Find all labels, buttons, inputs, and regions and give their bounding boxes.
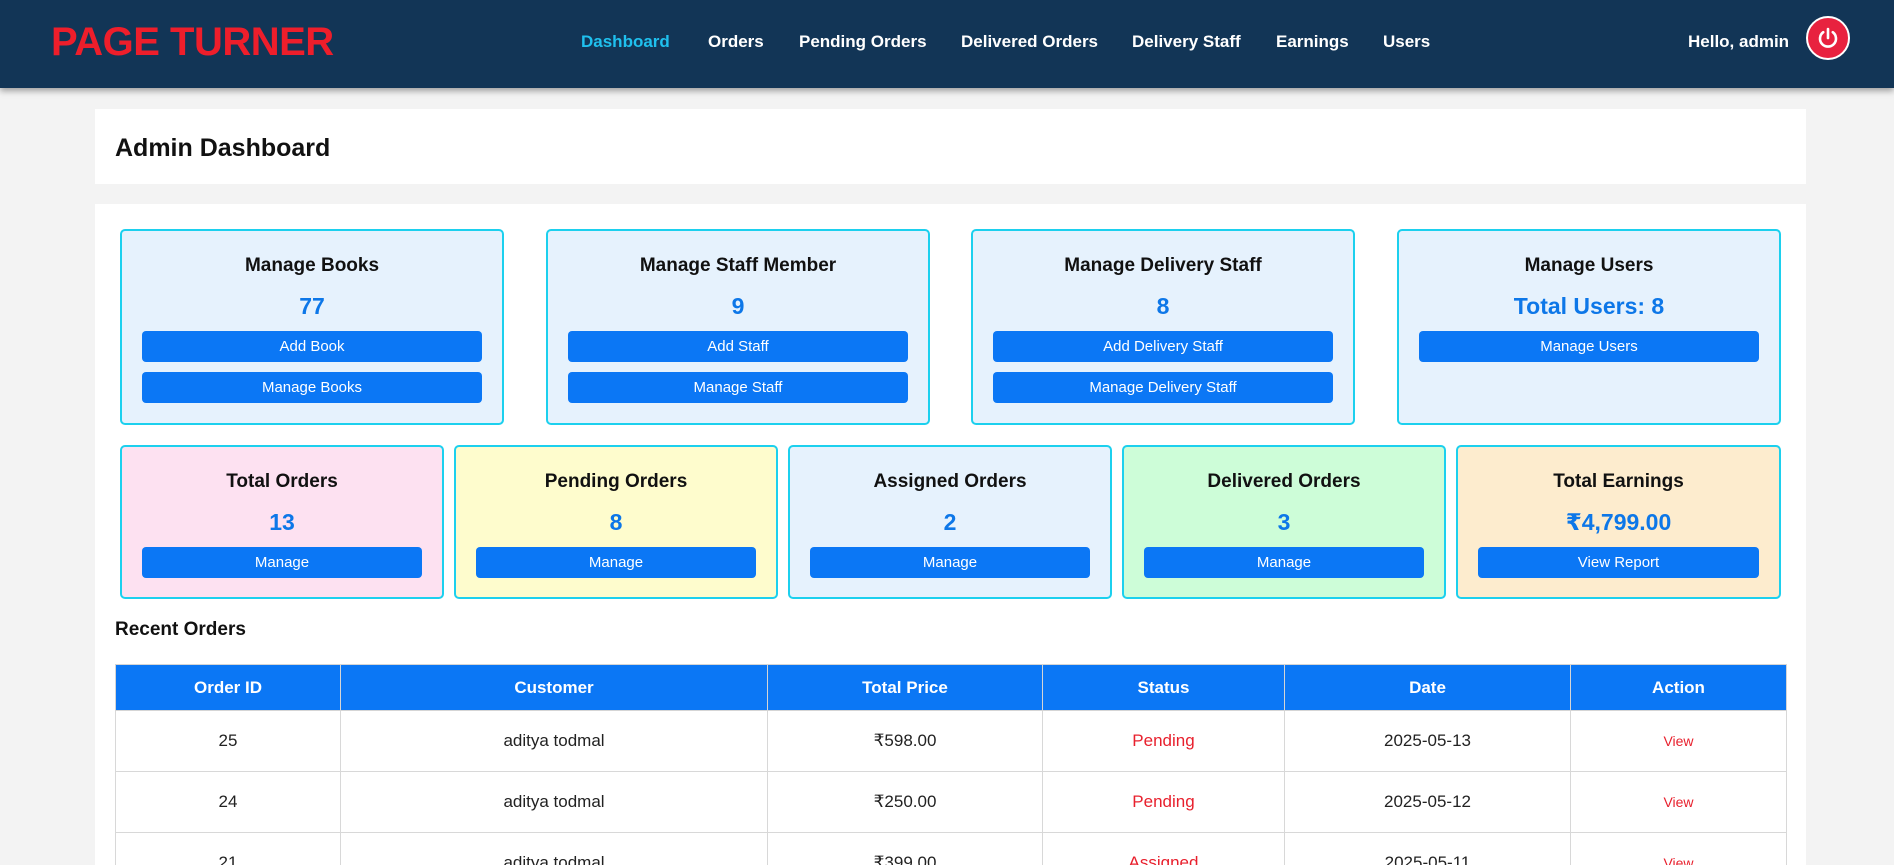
manage-staff-button[interactable]: Manage Staff <box>568 372 908 403</box>
customer-cell: aditya todmal <box>340 710 768 772</box>
card-title: Pending Orders <box>544 471 688 492</box>
price-cell: ₹250.00 <box>767 771 1043 833</box>
table-row: 24 aditya todmal ₹250.00 Pending 2025-05… <box>115 771 1787 833</box>
date-cell: 2025-05-13 <box>1284 710 1571 772</box>
manage-books-button[interactable]: Manage Books <box>142 372 482 403</box>
action-cell: View <box>1570 832 1787 865</box>
date-cell: 2025-05-11 <box>1284 832 1571 865</box>
customer-cell: aditya todmal <box>340 832 768 865</box>
customer-cell: aditya todmal <box>340 771 768 833</box>
card-title: Manage Staff Member <box>639 255 837 276</box>
card-title: Delivered Orders <box>1207 471 1361 492</box>
pending-orders-manage-button[interactable]: Manage <box>476 547 756 578</box>
status-cell: Pending <box>1042 710 1285 772</box>
card-title: Manage Books <box>244 255 380 276</box>
power-icon <box>1818 27 1838 48</box>
price-cell: ₹598.00 <box>767 710 1043 772</box>
card-manage-users: Manage Users Total Users: 8 Manage Users <box>1397 229 1781 425</box>
page-header: Admin Dashboard <box>95 109 1806 184</box>
add-delivery-staff-button[interactable]: Add Delivery Staff <box>993 331 1333 362</box>
assigned-orders-manage-button[interactable]: Manage <box>810 547 1090 578</box>
nav-link-orders[interactable]: Orders <box>708 30 764 54</box>
add-staff-button[interactable]: Add Staff <box>568 331 908 362</box>
card-delivered-orders: Delivered Orders 3 Manage <box>1122 445 1446 599</box>
card-manage-delivery-staff: Manage Delivery Staff 8 Add Delivery Sta… <box>971 229 1355 425</box>
card-value: 13 <box>269 509 295 535</box>
status-cell: Pending <box>1042 771 1285 833</box>
card-manage-books: Manage Books 77 Add Book Manage Books <box>120 229 504 425</box>
column-header[interactable]: Order ID <box>115 664 341 711</box>
card-title: Assigned Orders <box>873 471 1027 492</box>
column-header[interactable]: Date <box>1284 664 1571 711</box>
card-total-orders: Total Orders 13 Manage <box>120 445 444 599</box>
card-assigned-orders: Assigned Orders 2 Manage <box>788 445 1112 599</box>
card-title: Manage Delivery Staff <box>1064 255 1262 276</box>
delivered-orders-manage-button[interactable]: Manage <box>1144 547 1424 578</box>
manage-users-button[interactable]: Manage Users <box>1419 331 1759 362</box>
nav-links: Dashboard Orders Pending Orders Delivere… <box>0 30 1894 56</box>
price-cell: ₹399.00 <box>767 832 1043 865</box>
view-order-link[interactable]: View <box>1663 794 1693 810</box>
nav-link-earnings[interactable]: Earnings <box>1276 30 1349 54</box>
card-total-earnings: Total Earnings ₹4,799.00 View Report <box>1456 445 1781 599</box>
order-id-cell: 25 <box>115 710 341 772</box>
view-report-button[interactable]: View Report <box>1478 547 1759 578</box>
table-row: 21 aditya todmal ₹399.00 Assigned 2025-0… <box>115 832 1787 865</box>
card-value: 8 <box>1156 293 1170 319</box>
nav-link-pending-orders[interactable]: Pending Orders <box>799 30 927 54</box>
card-title: Total Earnings <box>1553 471 1684 492</box>
card-value: ₹4,799.00 <box>1565 509 1672 535</box>
action-cell: View <box>1570 710 1787 772</box>
date-cell: 2025-05-12 <box>1284 771 1571 833</box>
recent-orders-title: Recent Orders <box>115 619 246 640</box>
card-value: 9 <box>731 293 745 319</box>
user-greeting: Hello, admin <box>1688 32 1790 51</box>
card-value: 3 <box>1277 509 1291 535</box>
order-id-cell: 24 <box>115 771 341 833</box>
card-title: Total Orders <box>226 471 338 492</box>
card-value: Total Users: 8 <box>1513 293 1665 319</box>
status-cell: Assigned <box>1042 832 1285 865</box>
total-orders-manage-button[interactable]: Manage <box>142 547 422 578</box>
view-order-link[interactable]: View <box>1663 733 1693 749</box>
page-title: Admin Dashboard <box>115 134 331 162</box>
column-header[interactable]: Customer <box>340 664 768 711</box>
recent-orders-table: Order ID Customer Total Price Status Dat… <box>115 664 1787 865</box>
manage-delivery-staff-button[interactable]: Manage Delivery Staff <box>993 372 1333 403</box>
nav-link-users[interactable]: Users <box>1383 30 1430 54</box>
table-row: 25 aditya todmal ₹598.00 Pending 2025-05… <box>115 710 1787 772</box>
card-title: Manage Users <box>1524 255 1654 276</box>
nav-link-dashboard[interactable]: Dashboard <box>581 30 670 54</box>
card-value: 2 <box>943 509 957 535</box>
navbar: PAGE TURNER Dashboard Orders Pending Ord… <box>0 0 1894 88</box>
add-book-button[interactable]: Add Book <box>142 331 482 362</box>
card-manage-staff: Manage Staff Member 9 Add Staff Manage S… <box>546 229 930 425</box>
nav-link-delivered-orders[interactable]: Delivered Orders <box>961 30 1098 54</box>
nav-link-delivery-staff[interactable]: Delivery Staff <box>1132 30 1241 54</box>
column-header[interactable]: Status <box>1042 664 1285 711</box>
column-header[interactable]: Action <box>1570 664 1787 711</box>
table-header-row: Order ID Customer Total Price Status Dat… <box>115 664 1787 711</box>
card-value: 8 <box>609 509 623 535</box>
view-order-link[interactable]: View <box>1663 855 1693 865</box>
order-id-cell: 21 <box>115 832 341 865</box>
card-pending-orders: Pending Orders 8 Manage <box>454 445 778 599</box>
action-cell: View <box>1570 771 1787 833</box>
column-header[interactable]: Total Price <box>767 664 1043 711</box>
card-value: 77 <box>299 293 325 319</box>
logout-button[interactable] <box>1806 16 1850 60</box>
